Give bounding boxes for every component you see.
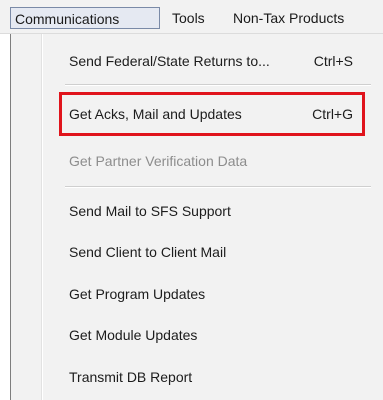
menu-separator	[65, 84, 371, 86]
menu-tools[interactable]: Tools	[165, 7, 212, 29]
menu-item-label: Send Mail to SFS Support	[69, 203, 231, 219]
menu-item-send-client-to-client-mail[interactable]: Send Client to Client Mail	[55, 241, 365, 263]
menu-item-transmit-db-report[interactable]: Transmit DB Report	[55, 366, 365, 388]
menu-item-send-mail-sfs-support[interactable]: Send Mail to SFS Support	[55, 200, 365, 222]
menu-item-label: Send Federal/State Returns to...	[69, 53, 270, 69]
menu-item-get-program-updates[interactable]: Get Program Updates	[55, 283, 365, 305]
menu-separator	[65, 186, 371, 188]
gutter-divider-highlight	[42, 34, 43, 400]
menu-item-label: Transmit DB Report	[69, 369, 193, 385]
menu-icon-gutter	[11, 34, 41, 400]
menu-item-label: Get Module Updates	[69, 327, 198, 343]
menu-item-get-module-updates[interactable]: Get Module Updates	[55, 324, 365, 346]
menu-item-shortcut: Ctrl+S	[313, 53, 353, 69]
menu-communications[interactable]: Communications	[10, 7, 160, 29]
menu-item-get-partner-verification-data: Get Partner Verification Data	[55, 150, 365, 172]
highlight-annotation-box	[59, 92, 365, 136]
menu-item-send-federal-state-returns[interactable]: Send Federal/State Returns to... Ctrl+S	[55, 50, 365, 72]
menu-non-tax-products[interactable]: Non-Tax Products	[226, 7, 351, 29]
menu-item-label: Send Client to Client Mail	[69, 244, 227, 260]
menu-bar: Communications Tools Non-Tax Products	[0, 0, 383, 34]
menu-item-label: Get Program Updates	[69, 286, 206, 302]
communications-dropdown: Send Federal/State Returns to... Ctrl+S …	[10, 34, 383, 400]
menu-item-label: Get Partner Verification Data	[69, 153, 248, 169]
